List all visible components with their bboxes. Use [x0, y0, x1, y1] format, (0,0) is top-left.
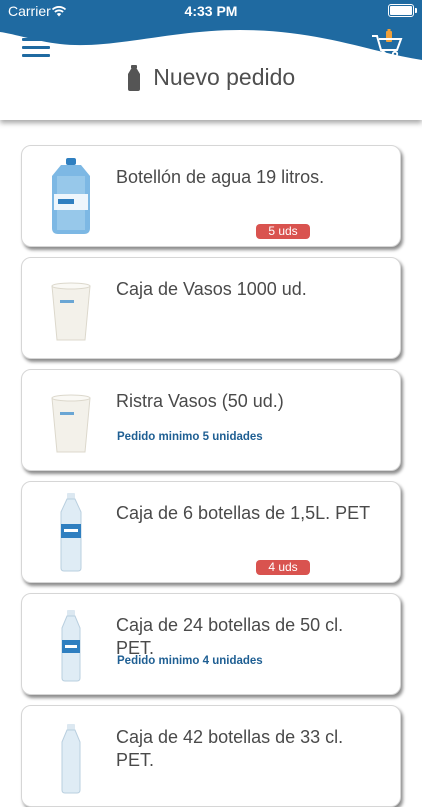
page-title: Nuevo pedido [153, 64, 296, 90]
cup-icon [51, 394, 91, 453]
minimum-order-note: Pedido minimo 4 unidades [117, 655, 263, 667]
menu-bar [22, 46, 50, 49]
page-title-container: Nuevo pedido [0, 64, 422, 91]
bottle-icon [61, 724, 81, 794]
menu-bar [22, 54, 50, 57]
product-card[interactable]: Botellón de agua 19 litros. 5 uds [21, 145, 401, 247]
bottle-icon [127, 64, 140, 91]
status-bar: Carrier 4:33 PM [0, 0, 422, 22]
cup-icon [51, 282, 91, 341]
product-name: Caja de 24 botellas de 50 cl. PET. [116, 615, 344, 658]
product-card[interactable]: Caja de Vasos 1000 ud. [21, 257, 401, 359]
water-jug-icon [52, 158, 90, 234]
bottle-icon [60, 493, 82, 572]
quantity-badge: 5 uds [256, 224, 310, 239]
product-card[interactable]: Caja de 42 botellas de 33 cl. PET. [21, 705, 401, 807]
menu-bar [22, 38, 50, 41]
product-card[interactable]: Caja de 24 botellas de 50 cl. PET. Pedid… [21, 593, 401, 695]
product-name: Caja de 42 botellas de 33 cl. PET. [116, 727, 344, 770]
minimum-order-note: Pedido minimo 5 unidades [117, 431, 263, 443]
cart-icon[interactable] [370, 26, 404, 60]
menu-button[interactable] [22, 36, 50, 58]
product-name: Botellón de agua 19 litros. [116, 167, 325, 187]
product-name: Caja de 6 botellas de 1,5L. PET [116, 503, 371, 523]
quantity-badge: 4 uds [256, 560, 310, 575]
product-name: Caja de Vasos 1000 ud. [116, 279, 307, 299]
product-name: Ristra Vasos (50 ud.) [116, 391, 284, 411]
status-time: 4:33 PM [184, 3, 238, 19]
product-card[interactable]: Ristra Vasos (50 ud.) Pedido minimo 5 un… [21, 369, 401, 471]
product-card[interactable]: Caja de 6 botellas de 1,5L. PET 4 uds [21, 481, 401, 583]
battery-icon [388, 4, 417, 17]
bottle-icon [61, 610, 81, 682]
